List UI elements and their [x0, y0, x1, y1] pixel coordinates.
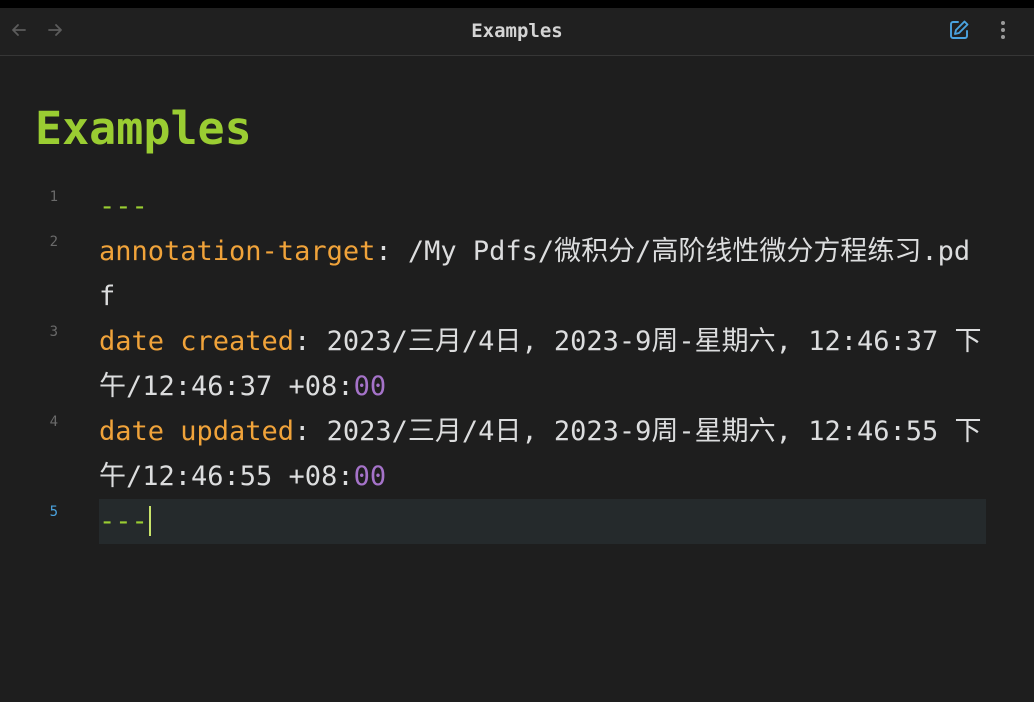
- property-separator: :: [294, 326, 327, 357]
- more-vertical-icon: [999, 19, 1007, 45]
- view-header: Examples: [0, 8, 1034, 56]
- view-title: Examples: [471, 20, 563, 42]
- line-number: 5: [49, 504, 58, 520]
- editor-line[interactable]: 4 date updated: 2023/三月/4日, 2023-9周-星期六,…: [0, 409, 1034, 499]
- editor-line[interactable]: 2 annotation-target: /My Pdfs/微积分/高阶线性微分…: [0, 229, 1034, 319]
- property-key: date created: [99, 326, 295, 357]
- property-value-number: 00: [353, 461, 387, 492]
- text-cursor: [148, 506, 151, 536]
- frontmatter-editor[interactable]: 1 --- 2 annotation-target: /My Pdfs/微积分/…: [0, 184, 1034, 544]
- document-title[interactable]: Examples: [35, 102, 252, 155]
- frontmatter-delimiter: ---: [99, 506, 148, 537]
- property-value-number: 00: [353, 371, 387, 402]
- property-separator: :: [375, 236, 408, 267]
- property-key: date updated: [99, 416, 295, 447]
- window-top-strip: [0, 0, 1034, 8]
- editor-line[interactable]: 3 date created: 2023/三月/4日, 2023-9周-星期六,…: [0, 319, 1034, 409]
- frontmatter-delimiter: ---: [99, 191, 148, 222]
- line-number: 1: [49, 189, 58, 205]
- editor-line[interactable]: 1 ---: [0, 184, 1034, 229]
- property-key: annotation-target: [99, 236, 376, 267]
- line-number: 4: [49, 414, 58, 430]
- line-number: 2: [49, 234, 58, 250]
- more-options-button[interactable]: [990, 19, 1016, 45]
- view-actions: [946, 19, 1016, 45]
- edit-icon: [948, 19, 970, 45]
- line-number: 3: [49, 324, 58, 340]
- editor-line-active[interactable]: 5 ---: [0, 499, 1034, 544]
- edit-mode-button[interactable]: [946, 19, 972, 45]
- property-separator: :: [294, 416, 327, 447]
